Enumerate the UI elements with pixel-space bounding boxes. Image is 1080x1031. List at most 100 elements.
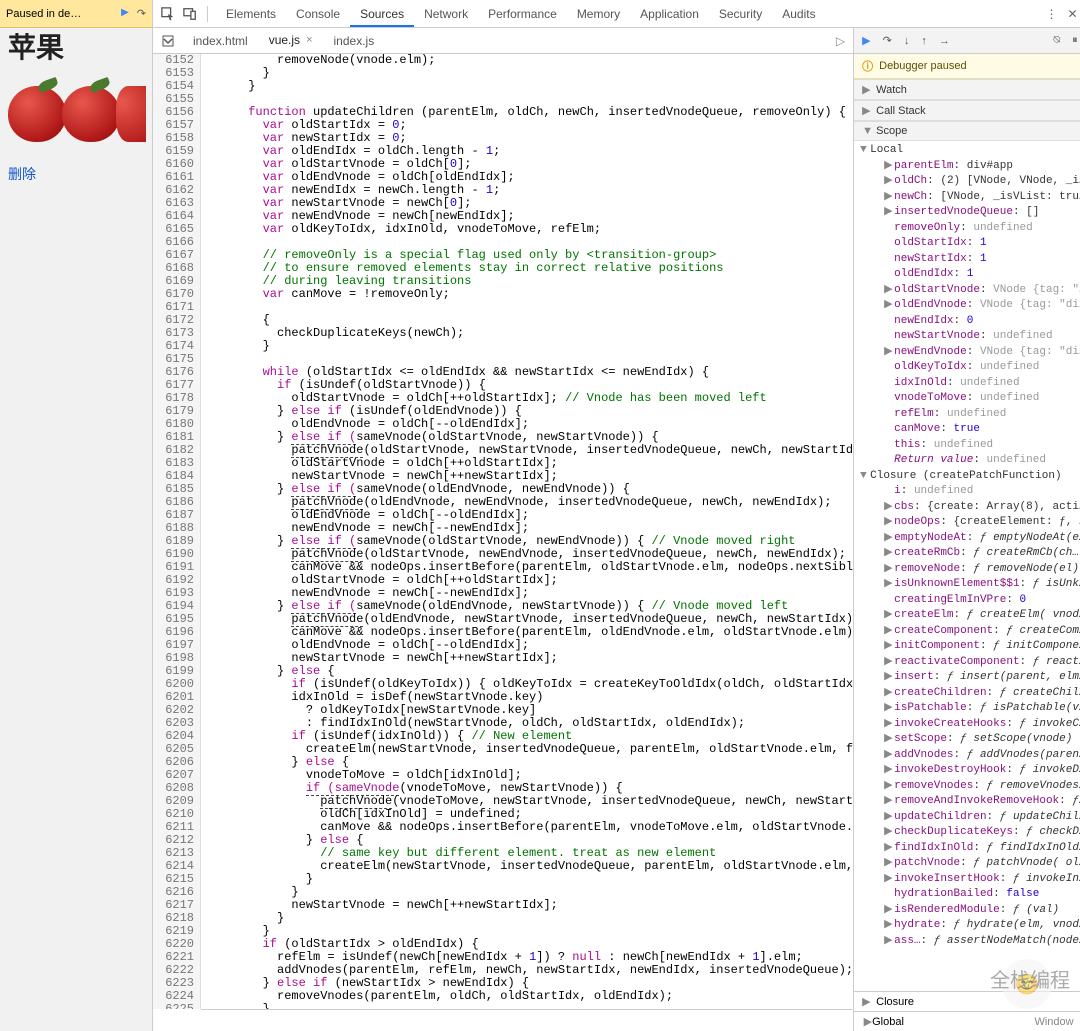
scope-var-invokeCreateHooks[interactable]: ▶invokeCreateHooks: ƒ invokeC… bbox=[860, 717, 1080, 733]
scope-var-canMove[interactable]: canMove: true bbox=[860, 422, 1080, 438]
info-icon: ⓘ bbox=[862, 58, 873, 74]
scope-var-reactivateComponent[interactable]: ▶reactivateComponent: ƒ react… bbox=[860, 655, 1080, 671]
delete-link[interactable]: 删除 bbox=[8, 164, 144, 184]
main-tab-sources[interactable]: Sources bbox=[350, 1, 414, 27]
scope-var-insertedVnodeQueue[interactable]: ▶insertedVnodeQueue: [] bbox=[860, 205, 1080, 221]
scope-var-hydrate[interactable]: ▶hydrate: ƒ hydrate(elm, vnod… bbox=[860, 918, 1080, 934]
scope-var-hydrationBailed[interactable]: hydrationBailed: false bbox=[860, 887, 1080, 903]
inspect-element-icon[interactable] bbox=[159, 5, 177, 23]
scope-var-createChildren[interactable]: ▶createChildren: ƒ createChil… bbox=[860, 686, 1080, 702]
scope-var-invokeDestroyHook[interactable]: ▶invokeDestroyHook: ƒ invokeD… bbox=[860, 763, 1080, 779]
scope-var-oldEndIdx[interactable]: oldEndIdx: 1 bbox=[860, 267, 1080, 283]
scope-variables[interactable]: ▼Local▶parentElm: div#app▶oldCh: (2) [VN… bbox=[854, 141, 1080, 991]
scope-var-oldStartVnode[interactable]: ▶oldStartVnode: VNode {tag: "… bbox=[860, 283, 1080, 299]
page-title: 苹果 bbox=[8, 34, 144, 62]
scope-var-createElm[interactable]: ▶createElm: ƒ createElm( vnod… bbox=[860, 608, 1080, 624]
step-over-icon-mini[interactable]: ↷ bbox=[137, 7, 146, 20]
scope-var-updateChildren[interactable]: ▶updateChildren: ƒ updateChil… bbox=[860, 810, 1080, 826]
scope-var-oldStartIdx[interactable]: oldStartIdx: 1 bbox=[860, 236, 1080, 252]
main-tab-audits[interactable]: Audits bbox=[772, 1, 825, 27]
scope-var-createComponent[interactable]: ▶createComponent: ƒ createCom… bbox=[860, 624, 1080, 640]
scope-var-newEndIdx[interactable]: newEndIdx: 0 bbox=[860, 314, 1080, 330]
scope-var-idxInOld[interactable]: idxInOld: undefined bbox=[860, 376, 1080, 392]
scope-var-cbs[interactable]: ▶cbs: {create: Array(8), acti… bbox=[860, 500, 1080, 516]
step-button[interactable]: → bbox=[939, 35, 950, 47]
more-icon[interactable]: ⋮ bbox=[1046, 7, 1058, 21]
code-editor[interactable]: 6152 6153 6154 6155 6156 6157 6158 6159 … bbox=[153, 54, 853, 1009]
line-number-gutter: 6152 6153 6154 6155 6156 6157 6158 6159 … bbox=[153, 54, 201, 1009]
scope-var-Return value[interactable]: Return value: undefined bbox=[860, 453, 1080, 469]
scope-var-refElm[interactable]: refElm: undefined bbox=[860, 407, 1080, 423]
scope-var-this[interactable]: this: undefined bbox=[860, 438, 1080, 454]
file-tab-vue-js[interactable]: vue.js× bbox=[259, 29, 324, 53]
banner-text: Debugger paused bbox=[879, 60, 966, 72]
scope-var-isUnknownElement$$1[interactable]: ▶isUnknownElement$$1: ƒ isUnk… bbox=[860, 577, 1080, 593]
scope-var-addVnodes[interactable]: ▶addVnodes: ƒ addVnodes(paren… bbox=[860, 748, 1080, 764]
scope-var-i[interactable]: i: undefined bbox=[860, 484, 1080, 500]
scope-var-createRmCb[interactable]: ▶createRmCb: ƒ createRmCb(ch… bbox=[860, 546, 1080, 562]
sources-editor-column: index.htmlvue.js×index.js ▷ 6152 6153 61… bbox=[153, 28, 854, 1031]
debug-toolbar: ▶ ↷ ↓ ↑ → ⍉ ⏸ bbox=[854, 28, 1080, 54]
scope-var-oldCh[interactable]: ▶oldCh: (2) [VNode, VNode, _i… bbox=[860, 174, 1080, 190]
scope-var-newStartIdx[interactable]: newStartIdx: 1 bbox=[860, 252, 1080, 268]
close-file-icon[interactable]: × bbox=[306, 34, 312, 46]
scope-var-creatingElmInVPre[interactable]: creatingElmInVPre: 0 bbox=[860, 593, 1080, 609]
scope-var-isRenderedModule[interactable]: ▶isRenderedModule: ƒ (val) bbox=[860, 903, 1080, 919]
step-out-button[interactable]: ↑ bbox=[921, 35, 927, 47]
scope-var-findIdxInOld[interactable]: ▶findIdxInOld: ƒ findIdxInOld… bbox=[860, 841, 1080, 857]
app-preview-pane: Paused in de… ▶ ↷ 苹果 删除 bbox=[0, 0, 153, 1031]
scope-var-setScope[interactable]: ▶setScope: ƒ setScope(vnode) bbox=[860, 732, 1080, 748]
scope-var-emptyNodeAt[interactable]: ▶emptyNodeAt: ƒ emptyNodeAt(e… bbox=[860, 531, 1080, 547]
scope-var-parentElm[interactable]: ▶parentElm: div#app bbox=[860, 159, 1080, 175]
navigator-toggle-icon[interactable] bbox=[159, 32, 177, 50]
watermark-text: 全栈编程 bbox=[990, 964, 1070, 993]
scope-var-removeNode[interactable]: ▶removeNode: ƒ removeNode(el) bbox=[860, 562, 1080, 578]
main-tab-application[interactable]: Application bbox=[630, 1, 709, 27]
main-tab-memory[interactable]: Memory bbox=[567, 1, 630, 27]
scope-var-newStartVnode[interactable]: newStartVnode: undefined bbox=[860, 329, 1080, 345]
file-tab-index-html[interactable]: index.html bbox=[183, 29, 259, 53]
debugger-paused-banner: ⓘ Debugger paused bbox=[854, 54, 1080, 79]
devtools-panel: ElementsConsoleSourcesNetworkPerformance… bbox=[153, 0, 1080, 1031]
scope-var-checkDuplicateKeys[interactable]: ▶checkDuplicateKeys: ƒ checkD… bbox=[860, 825, 1080, 841]
step-into-button[interactable]: ↓ bbox=[904, 35, 910, 47]
scope-var-newCh[interactable]: ▶newCh: [VNode, _isVList: tru… bbox=[860, 190, 1080, 206]
scope-var-nodeOps[interactable]: ▶nodeOps: {createElement: ƒ, … bbox=[860, 515, 1080, 531]
step-over-button[interactable]: ↷ bbox=[883, 34, 892, 47]
scope-var-removeAndInvokeRemoveHook[interactable]: ▶removeAndInvokeRemoveHook: ƒ… bbox=[860, 794, 1080, 810]
scope-var-removeOnly[interactable]: removeOnly: undefined bbox=[860, 221, 1080, 237]
pause-status-text: Paused in de… bbox=[0, 4, 115, 24]
watch-section-header[interactable]: ▶Watch bbox=[854, 79, 1080, 100]
scope-var-oldEndVnode[interactable]: ▶oldEndVnode: VNode {tag: "di… bbox=[860, 298, 1080, 314]
scope-var-removeVnodes[interactable]: ▶removeVnodes: ƒ removeVnodes… bbox=[860, 779, 1080, 795]
scope-var-newEndVnode[interactable]: ▶newEndVnode: VNode {tag: "di… bbox=[860, 345, 1080, 361]
file-tab-index-js[interactable]: index.js bbox=[324, 29, 386, 53]
callstack-section-header[interactable]: ▶Call Stack bbox=[854, 100, 1080, 121]
apple-image bbox=[8, 72, 128, 152]
scope-var-ass…[interactable]: ▶ass…: ƒ assertNodeMatch(node… bbox=[860, 934, 1080, 950]
devtools-main-tabs: ElementsConsoleSourcesNetworkPerformance… bbox=[153, 0, 1080, 28]
main-tab-elements[interactable]: Elements bbox=[216, 1, 286, 27]
file-tabs-bar: index.htmlvue.js×index.js ▷ bbox=[153, 28, 853, 54]
main-tab-network[interactable]: Network bbox=[414, 1, 478, 27]
deactivate-breakpoints-icon[interactable]: ⍉ bbox=[1053, 34, 1060, 47]
close-devtools-icon[interactable]: ✕ bbox=[1068, 7, 1078, 21]
device-toolbar-icon[interactable] bbox=[181, 5, 199, 23]
scope-var-isPatchable[interactable]: ▶isPatchable: ƒ isPatchable(v… bbox=[860, 701, 1080, 717]
main-tab-performance[interactable]: Performance bbox=[478, 1, 567, 27]
scope-section-header[interactable]: ▼Scope bbox=[854, 121, 1080, 141]
pause-on-exceptions-icon[interactable]: ⏸ bbox=[1072, 34, 1078, 47]
scope-var-initComponent[interactable]: ▶initComponent: ƒ initCompone… bbox=[860, 639, 1080, 655]
main-tab-console[interactable]: Console bbox=[286, 1, 350, 27]
run-snippet-icon[interactable]: ▷ bbox=[836, 34, 845, 48]
resume-icon-mini[interactable]: ▶ bbox=[121, 7, 129, 20]
main-tab-security[interactable]: Security bbox=[709, 1, 772, 27]
scope-var-vnodeToMove[interactable]: vnodeToMove: undefined bbox=[860, 391, 1080, 407]
scope-var-patchVnode[interactable]: ▶patchVnode: ƒ patchVnode( ol… bbox=[860, 856, 1080, 872]
scope-var-oldKeyToIdx[interactable]: oldKeyToIdx: undefined bbox=[860, 360, 1080, 376]
resume-button[interactable]: ▶ bbox=[862, 34, 870, 47]
global-section-footer[interactable]: ▶Global Window bbox=[854, 1011, 1080, 1031]
scope-var-invokeInsertHook[interactable]: ▶invokeInsertHook: ƒ invokeIn… bbox=[860, 872, 1080, 888]
scope-var-insert[interactable]: ▶insert: ƒ insert(parent, elm… bbox=[860, 670, 1080, 686]
code-content: removeNode(vnode.elm); } } function upda… bbox=[201, 54, 853, 1009]
